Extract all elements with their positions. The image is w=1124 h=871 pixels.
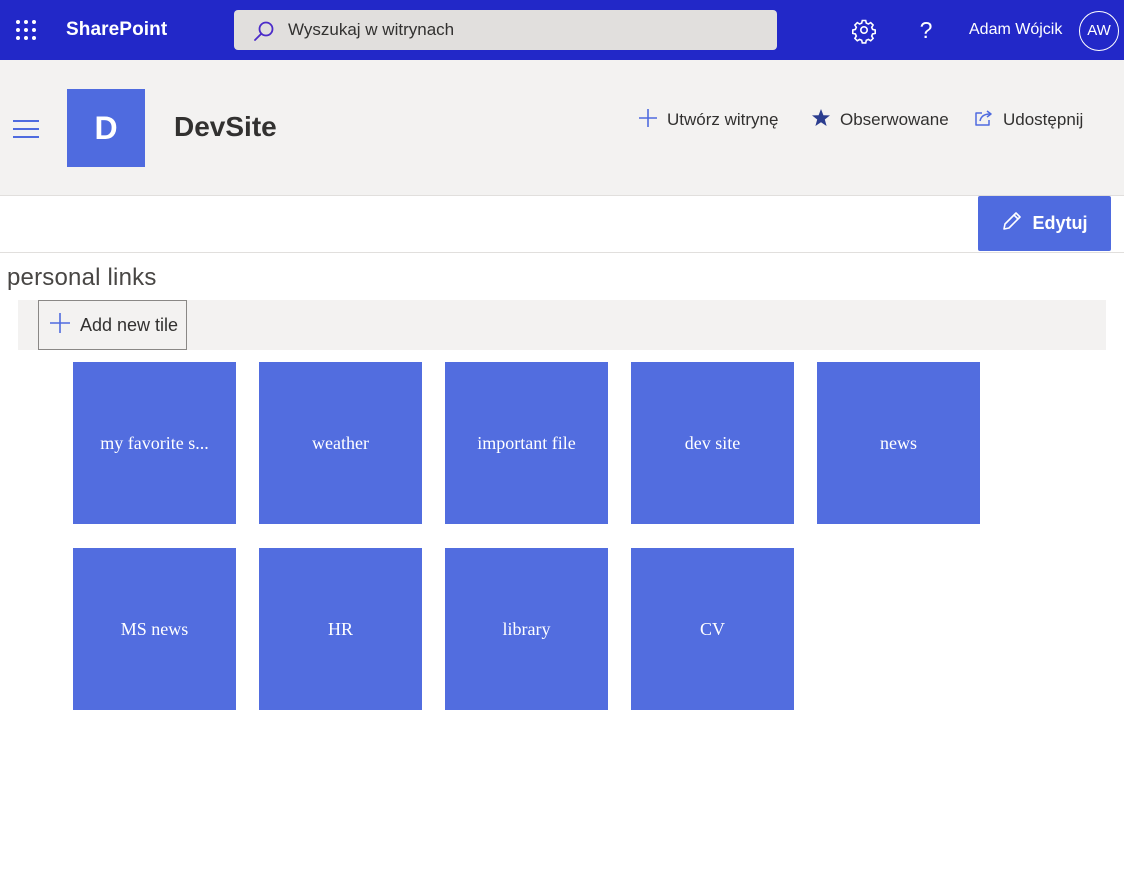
app-launcher-icon[interactable] (8, 12, 44, 48)
link-tile[interactable]: weather (259, 362, 422, 524)
share-button[interactable]: Udostępnij (974, 108, 1083, 132)
link-tile[interactable]: dev site (631, 362, 794, 524)
add-new-tile-label: Add new tile (80, 314, 179, 335)
edit-label: Edytuj (1032, 213, 1088, 233)
link-tile[interactable]: important file (445, 362, 608, 524)
hamburger-menu-icon[interactable] (12, 118, 40, 140)
user-name[interactable]: Adam Wójcik (969, 21, 1062, 39)
link-tile[interactable]: news (817, 362, 980, 524)
share-label: Udostępnij (1003, 110, 1084, 129)
site-title[interactable]: DevSite (174, 111, 277, 143)
link-tile[interactable]: HR (259, 548, 422, 710)
site-logo[interactable]: D (67, 89, 145, 167)
link-tile[interactable]: my favorite s... (73, 362, 236, 524)
create-site-button[interactable]: Utwórz witrynę (638, 108, 778, 132)
help-icon[interactable]: ? (910, 14, 942, 46)
suite-bar: SharePoint ? Adam Wójcik AW (0, 0, 1124, 60)
command-bar: Edytuj (0, 196, 1124, 253)
search-input[interactable] (288, 10, 758, 50)
site-header: D DevSite Utwórz witrynę Obserwowane Udo… (0, 60, 1124, 196)
create-site-label: Utwórz witrynę (667, 110, 779, 129)
pencil-icon (1001, 210, 1023, 237)
search-box[interactable] (234, 10, 777, 50)
follow-button[interactable]: Obserwowane (811, 108, 949, 132)
gear-icon[interactable] (848, 14, 880, 46)
search-icon (252, 19, 276, 48)
app-brand-link[interactable]: SharePoint (66, 19, 167, 41)
webpart-toolbar: Add new tile (18, 300, 1106, 350)
link-tile[interactable]: CV (631, 548, 794, 710)
add-new-tile-button[interactable]: Add new tile (38, 300, 187, 350)
edit-button[interactable]: Edytuj (978, 196, 1111, 251)
star-icon (811, 108, 831, 133)
avatar[interactable]: AW (1079, 11, 1119, 51)
share-icon (974, 108, 994, 133)
plus-icon (638, 108, 658, 133)
link-tile[interactable]: MS news (73, 548, 236, 710)
link-tile[interactable]: library (445, 548, 608, 710)
follow-label: Obserwowane (840, 110, 949, 129)
webpart-title: personal links (7, 264, 157, 291)
plus-icon (49, 312, 71, 339)
